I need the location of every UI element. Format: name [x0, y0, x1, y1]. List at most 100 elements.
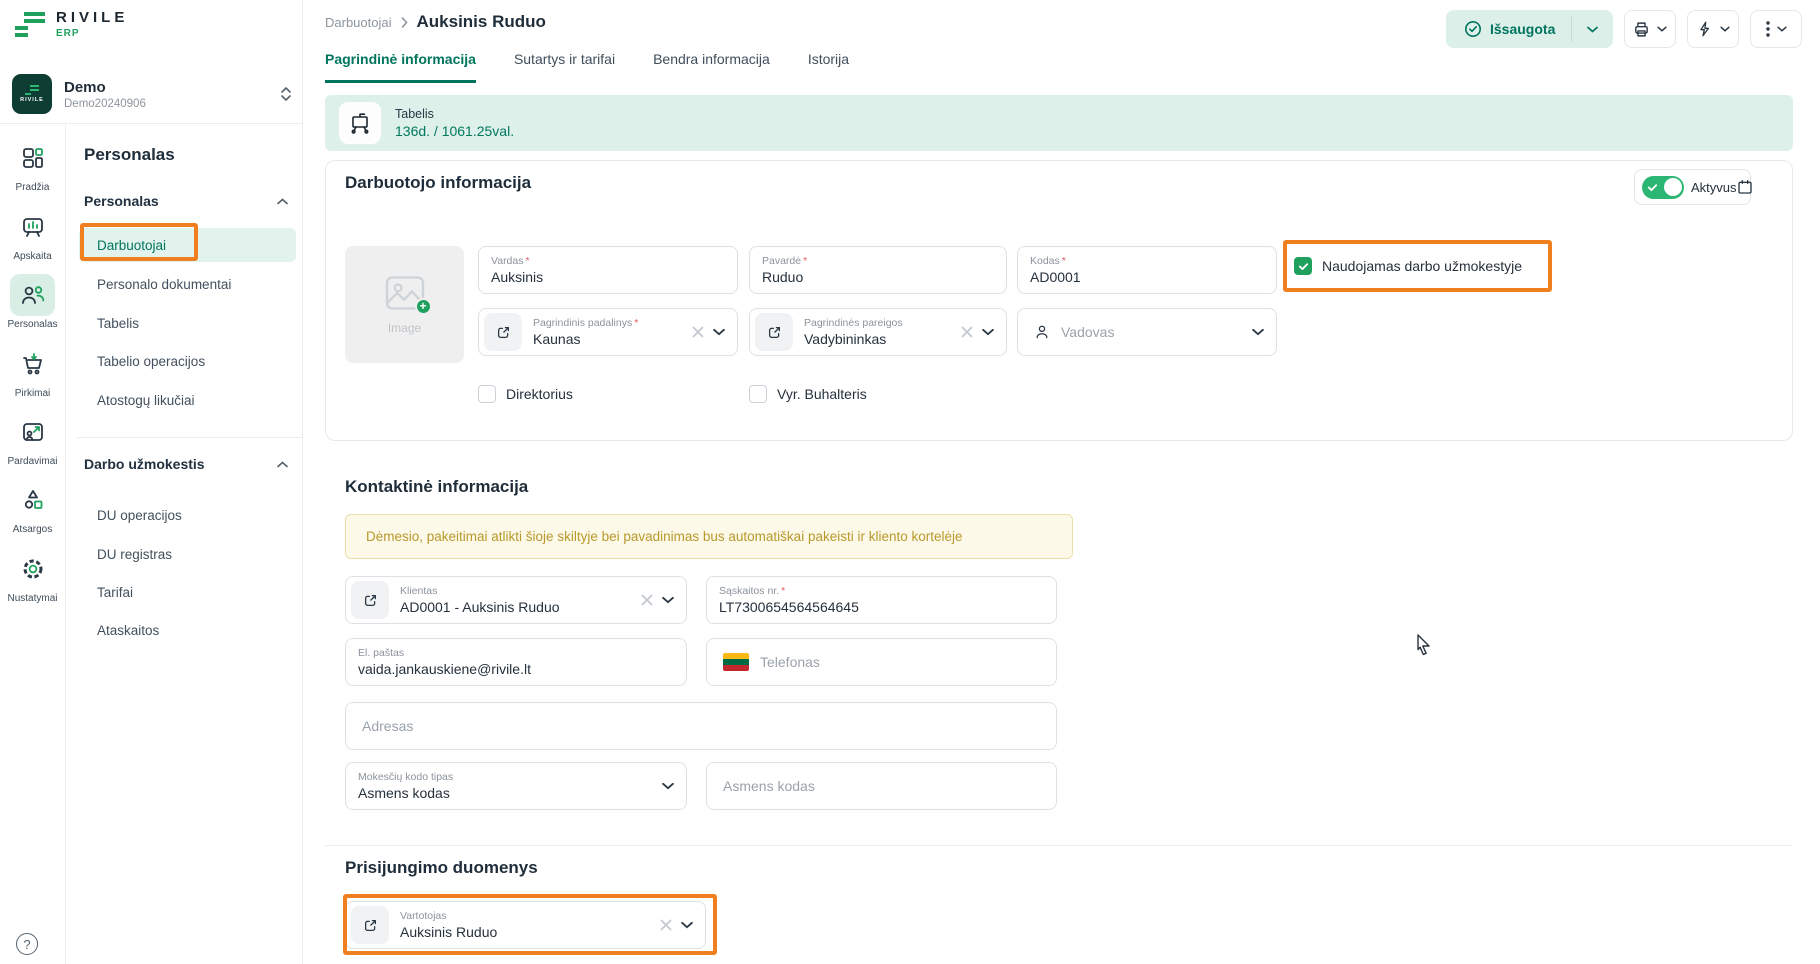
employee-photo-upload[interactable]: + Image: [345, 246, 464, 363]
rail-item-pardavimai[interactable]: Pardavimai: [0, 411, 65, 467]
page-title: Auksinis Ruduo: [417, 12, 546, 32]
person-share-icon: [10, 411, 55, 453]
rail-item-personalas[interactable]: Personalas: [0, 274, 65, 330]
automation-button[interactable]: [1687, 10, 1739, 48]
clear-icon[interactable]: [641, 594, 653, 606]
chevron-down-icon[interactable]: [662, 782, 674, 790]
tab-pagrindine-informacija[interactable]: Pagrindinė informacija: [325, 51, 476, 83]
field-telefonas[interactable]: Telefonas: [706, 638, 1057, 686]
check-circle-icon: [1464, 20, 1482, 38]
field-asmens-kodas[interactable]: Asmens kodas: [706, 762, 1057, 810]
field-kodas[interactable]: Kodas AD0001: [1017, 246, 1277, 294]
open-link-icon[interactable]: [351, 581, 389, 619]
open-link-icon[interactable]: [484, 313, 522, 351]
sidebar-title: Personalas: [84, 145, 175, 165]
chevron-down-icon[interactable]: [982, 328, 994, 336]
sidebar-item-tarifai[interactable]: Tarifai: [97, 582, 133, 602]
sidebar-item-ataskaitos[interactable]: Ataskaitos: [97, 620, 159, 640]
rivile-bars-icon: [14, 9, 46, 41]
clear-icon[interactable]: [961, 326, 973, 338]
chevron-down-icon[interactable]: [713, 328, 725, 336]
field-adresas[interactable]: Adresas: [345, 702, 1057, 750]
sidebar-item-atostogu-likuciai[interactable]: Atostogų likučiai: [97, 390, 195, 410]
tabelis-banner[interactable]: Tabelis 136d. / 1061.25val.: [325, 95, 1793, 151]
section-title-prisijungimo-duomenys: Prisijungimo duomenys: [345, 858, 538, 878]
sidebar-item-tabelio-operacijos[interactable]: Tabelio operacijos: [97, 351, 205, 371]
field-vardas[interactable]: Vardas Auksinis: [478, 246, 738, 294]
saved-button[interactable]: Išsaugota: [1446, 10, 1613, 48]
banner-title: Tabelis: [395, 107, 514, 121]
chevron-down-icon[interactable]: [1252, 328, 1264, 336]
open-link-icon[interactable]: [755, 313, 793, 351]
company-selector[interactable]: RIVILE Demo Demo20240906: [12, 74, 292, 114]
tab-istorija[interactable]: Istorija: [808, 51, 849, 83]
sidebar-section-darbo-uzmokestis[interactable]: Darbo užmokestis: [84, 456, 288, 472]
breadcrumb: Darbuotojai Auksinis Ruduo: [325, 12, 546, 32]
app-logo: RIVILE ERP: [14, 9, 128, 41]
field-pavarde[interactable]: Pavardė Ruduo: [749, 246, 1007, 294]
field-pagrindinis-padalinys[interactable]: Pagrindinis padalinys Kaunas: [478, 308, 738, 356]
field-el-pastas[interactable]: El. paštas vaida.jankauskiene@rivile.lt: [345, 638, 687, 686]
field-vadovas[interactable]: Vadovas: [1017, 308, 1277, 356]
banner-value[interactable]: 136d. / 1061.25val.: [395, 123, 514, 139]
person-icon: [1034, 324, 1050, 340]
chevron-down-icon[interactable]: [662, 596, 674, 604]
checkbox-unchecked-icon[interactable]: [749, 385, 767, 403]
rail-item-apskaita[interactable]: Apskaita: [0, 206, 65, 262]
sidebar-item-du-operacijos[interactable]: DU operacijos: [97, 505, 182, 525]
rail-item-pirkimai[interactable]: Pirkimai: [0, 343, 65, 399]
board-chart-icon: [10, 206, 55, 248]
add-photo-icon[interactable]: +: [415, 298, 432, 315]
checkbox-vyr-buhalteris[interactable]: Vyr. Buhalteris: [749, 385, 867, 403]
people-icon: [10, 274, 55, 316]
tab-bendra-informacija[interactable]: Bendra informacija: [653, 51, 770, 83]
help-button[interactable]: ?: [16, 933, 38, 955]
checkbox-naudojamas-darbo-uzmokestyje[interactable]: Naudojamas darbo užmokestyje: [1294, 257, 1522, 275]
checkbox-unchecked-icon[interactable]: [478, 385, 496, 403]
field-pagrindines-pareigos[interactable]: Pagrindinės pareigos Vadybininkas: [749, 308, 1007, 356]
print-button[interactable]: [1624, 10, 1676, 48]
chevron-up-icon[interactable]: [277, 461, 288, 468]
active-toggle[interactable]: [1642, 176, 1684, 199]
sidebar-item-tabelis[interactable]: Tabelis: [97, 313, 139, 333]
sidebar-menu: Personalas Personalas Darbuotojai Person…: [65, 123, 302, 964]
rail-item-pradzia[interactable]: Pradžia: [0, 137, 65, 193]
open-link-icon[interactable]: [351, 906, 389, 944]
field-mokesciu-kodo-tipas[interactable]: Mokesčių kodo tipas Asmens kodas: [345, 762, 687, 810]
gear-icon: [10, 548, 55, 590]
chevron-down-icon: [1777, 26, 1787, 32]
calendar-icon[interactable]: [1737, 179, 1753, 195]
expand-updown-icon[interactable]: [280, 86, 292, 102]
field-saskaitos-nr[interactable]: Sąskaitos nr. LT7300654564564645: [706, 576, 1057, 624]
question-mark-icon: ?: [23, 937, 30, 952]
breadcrumb-parent[interactable]: Darbuotojai: [325, 15, 392, 30]
chevron-up-icon[interactable]: [277, 198, 288, 205]
brand-sub: ERP: [56, 28, 128, 39]
cart-icon: [10, 343, 55, 385]
rail-item-atsargos[interactable]: Atsargos: [0, 479, 65, 535]
clear-icon[interactable]: [660, 919, 672, 931]
chevron-down-icon[interactable]: [681, 921, 693, 929]
checkbox-checked-icon[interactable]: [1294, 257, 1312, 275]
clear-icon[interactable]: [692, 326, 704, 338]
image-icon: +: [384, 275, 426, 311]
brand-name: RIVILE: [56, 9, 128, 26]
chevron-down-icon: [1657, 26, 1667, 32]
field-klientas[interactable]: Klientas AD0001 - Auksinis Ruduo: [345, 576, 687, 624]
chevron-down-icon: [1720, 26, 1730, 32]
active-toggle-label: Aktyvus: [1691, 180, 1737, 195]
rail-item-nustatymai[interactable]: Nustatymai: [0, 548, 65, 604]
sidebar-item-darbuotojai[interactable]: Darbuotojai: [97, 235, 166, 255]
section-title-kontaktine-informacija: Kontaktinė informacija: [345, 477, 528, 497]
sidebar-section-personalas[interactable]: Personalas: [84, 193, 288, 209]
sidebar-item-personalo-dokumentai[interactable]: Personalo dokumentai: [97, 274, 231, 294]
printer-icon: [1633, 21, 1650, 38]
sidebar-item-du-registras[interactable]: DU registras: [97, 544, 172, 564]
sidebar-section-divider: [77, 437, 302, 438]
field-vartotojas[interactable]: Vartotojas Auksinis Ruduo: [345, 901, 706, 949]
checkbox-direktorius[interactable]: Direktorius: [478, 385, 573, 403]
tab-sutartys-ir-tarifai[interactable]: Sutartys ir tarifai: [514, 51, 615, 83]
active-toggle-box: Aktyvus: [1634, 169, 1751, 205]
chevron-down-icon[interactable]: [1572, 10, 1612, 48]
more-actions-button[interactable]: [1750, 10, 1802, 48]
